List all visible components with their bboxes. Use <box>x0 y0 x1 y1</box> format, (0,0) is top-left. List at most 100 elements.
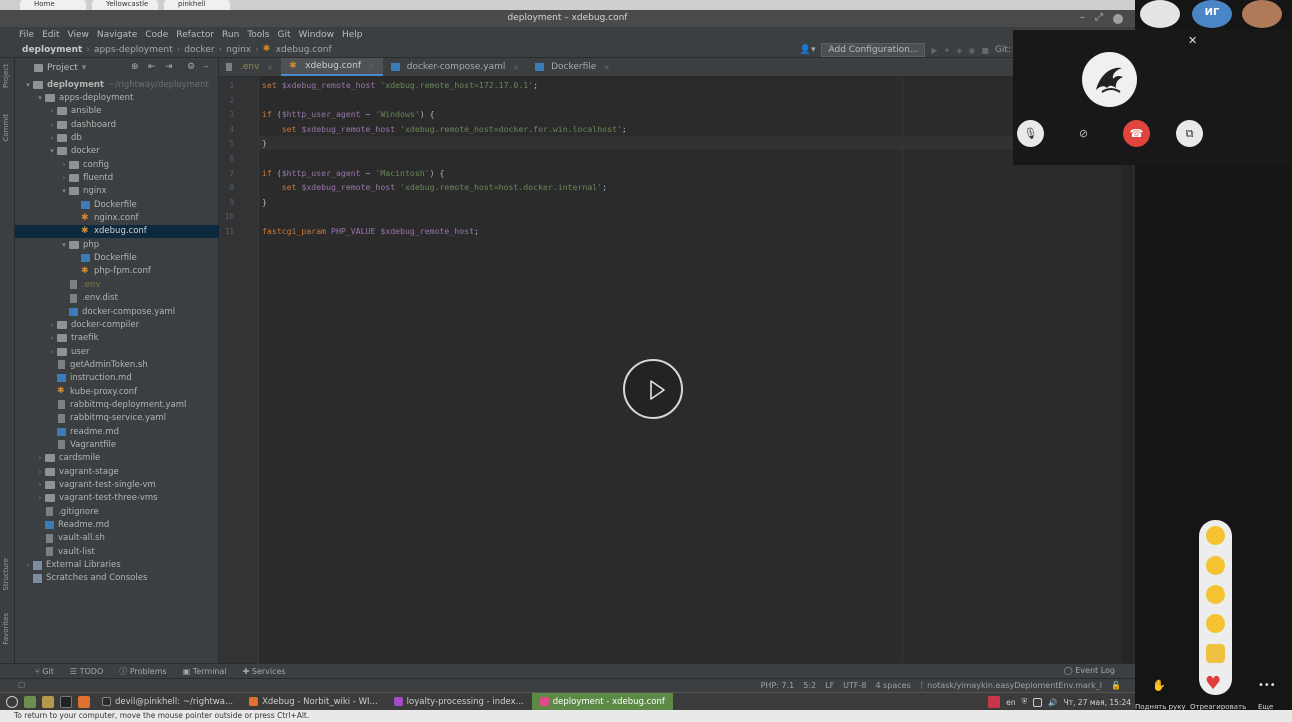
react-label[interactable]: Отреагировать <box>1190 703 1246 711</box>
tree-item[interactable]: .env.dist <box>15 292 219 305</box>
menu-file[interactable]: File <box>19 30 34 40</box>
tree-item[interactable]: ✱ php-fpm.conf <box>15 265 219 278</box>
tree-item[interactable]: › External Libraries <box>15 558 219 571</box>
chevron-down-icon[interactable]: ▾ <box>23 81 33 89</box>
terminal-tool-button[interactable]: ▣ Terminal <box>183 667 227 676</box>
close-icon[interactable]: × <box>368 62 375 71</box>
chevron-down-icon[interactable]: ▾ <box>59 241 69 249</box>
tree-item[interactable]: rabbitmq-service.yaml <box>15 412 219 425</box>
heart-icon[interactable]: ♥ <box>1205 673 1221 694</box>
menu-code[interactable]: Code <box>145 30 168 40</box>
event-log-button[interactable]: ◯ Event Log <box>1064 666 1115 675</box>
tree-item[interactable]: ▾ nginx <box>15 185 219 198</box>
git-tool-button[interactable]: ⑂ Git <box>35 667 54 676</box>
tree-item[interactable]: › db <box>15 131 219 144</box>
target-icon[interactable]: ⊕ <box>131 62 139 72</box>
clock[interactable]: Чт, 27 мая, 15:24 <box>1064 698 1131 707</box>
tree-item[interactable]: ▾ php <box>15 238 219 251</box>
status-panel-icon[interactable]: ▢ <box>18 680 26 689</box>
status-caret-position[interactable]: 5:2 <box>803 681 816 690</box>
more-label[interactable]: Еще <box>1258 703 1273 711</box>
breadcrumb-item[interactable]: nginx <box>226 45 251 55</box>
tab-dockerfile[interactable]: Dockerfile × <box>527 58 618 76</box>
close-icon[interactable]: × <box>603 63 610 72</box>
chevron-down-icon[interactable]: ▾ <box>47 147 57 155</box>
tree-item[interactable]: ✱ xdebug.conf <box>15 224 219 239</box>
volume-icon[interactable]: 🔊 <box>1048 698 1057 707</box>
thumbs-up-icon[interactable] <box>1206 644 1225 663</box>
tree-item[interactable]: ▾ apps-deployment <box>15 91 219 104</box>
screen-share-button[interactable]: ⧉ <box>1176 120 1203 147</box>
tree-item[interactable]: Dockerfile <box>15 251 219 264</box>
close-window-icon[interactable] <box>1113 14 1123 24</box>
coverage-icon[interactable]: ◈ <box>956 46 962 55</box>
tree-item[interactable]: instruction.md <box>15 372 219 385</box>
debug-icon[interactable]: ✦ <box>944 46 951 55</box>
breadcrumb-item[interactable]: xdebug.conf <box>276 45 332 55</box>
tree-item[interactable]: › ansible <box>15 105 219 118</box>
chevron-right-icon[interactable]: › <box>47 134 57 142</box>
breadcrumb-item[interactable]: deployment <box>22 45 82 55</box>
tree-item[interactable]: rabbitmq-deployment.yaml <box>15 398 219 411</box>
tree-item[interactable]: › cardsmile <box>15 452 219 465</box>
close-icon[interactable]: × <box>266 63 273 72</box>
window-icon[interactable] <box>1033 697 1043 707</box>
camera-off-button[interactable]: ⊘ <box>1070 120 1097 147</box>
chevron-right-icon[interactable]: › <box>35 494 45 502</box>
tree-item[interactable]: vault-list <box>15 545 219 558</box>
gear-icon[interactable]: ⚙ <box>187 62 195 72</box>
breadcrumb-item[interactable]: apps-deployment <box>94 45 173 55</box>
tree-item[interactable]: docker-compose.yaml <box>15 305 219 318</box>
start-menu-icon[interactable] <box>6 695 18 708</box>
raise-hand-icon[interactable]: ✋ <box>1152 679 1166 692</box>
todo-tool-button[interactable]: ☰ TODO <box>70 667 103 676</box>
participant-avatar[interactable] <box>1242 0 1282 28</box>
tree-item[interactable]: Dockerfile <box>15 198 219 211</box>
taskbar-item[interactable]: devil@pinkhell: ~/rightwa... <box>94 693 241 711</box>
close-icon[interactable]: × <box>512 63 519 72</box>
chevron-down-icon[interactable]: ▾ <box>59 187 69 195</box>
stop-icon[interactable]: ■ <box>981 46 989 55</box>
structure-tool-tab[interactable]: Structure <box>2 558 10 591</box>
commit-tool-tab[interactable]: Commit <box>2 114 10 142</box>
chevron-right-icon[interactable]: › <box>47 334 57 342</box>
tree-item[interactable]: ▾ docker <box>15 145 219 158</box>
video-play-button[interactable] <box>623 359 683 419</box>
chevron-right-icon[interactable]: › <box>47 321 57 329</box>
restore-icon[interactable]: ⤢ <box>1095 12 1103 24</box>
project-view-selector[interactable]: Project <box>47 63 78 73</box>
chevron-right-icon[interactable]: › <box>47 121 57 129</box>
tree-item[interactable]: › dashboard <box>15 118 219 131</box>
minimize-icon[interactable]: – <box>1080 12 1085 24</box>
browser-tab[interactable]: pinkhell <box>164 0 230 10</box>
smile-emoji-icon[interactable] <box>1206 556 1225 575</box>
hang-up-button[interactable]: ☎ <box>1123 120 1150 147</box>
menu-run[interactable]: Run <box>222 30 239 40</box>
tree-item[interactable]: › traefik <box>15 332 219 345</box>
app-tray-icon[interactable] <box>988 696 1001 708</box>
menu-navigate[interactable]: Navigate <box>97 30 137 40</box>
participant-avatar[interactable] <box>1140 0 1180 28</box>
close-icon[interactable]: ✕ <box>1188 34 1197 47</box>
chevron-right-icon[interactable]: › <box>35 481 45 489</box>
expand-all-icon[interactable]: ⇥ <box>165 62 173 72</box>
chevron-right-icon[interactable]: › <box>47 348 57 356</box>
hide-icon[interactable]: – <box>204 62 209 72</box>
neutral-emoji-icon[interactable] <box>1206 585 1225 604</box>
tree-item[interactable]: vault-all.sh <box>15 532 219 545</box>
keyboard-layout[interactable]: en <box>1006 698 1015 707</box>
tree-item[interactable]: ✱ kube-proxy.conf <box>15 385 219 398</box>
tree-item[interactable]: › vagrant-test-single-vm <box>15 478 219 491</box>
project-tool-tab[interactable]: Project <box>2 64 10 88</box>
tree-item[interactable]: › docker-compiler <box>15 318 219 331</box>
chevron-right-icon[interactable]: › <box>23 561 33 569</box>
taskbar-item[interactable]: Xdebug - Norbit_wiki - WI... <box>241 693 386 711</box>
tab-xdebug-conf[interactable]: ✱ xdebug.conf × <box>281 58 383 76</box>
status-git-branch[interactable]: ᚴ notask/yimaykin.easyDeplomentEnv.mark_… <box>920 681 1102 690</box>
tree-item[interactable]: Scratches and Consoles <box>15 572 219 585</box>
chevron-right-icon[interactable]: › <box>35 468 45 476</box>
tree-item[interactable]: ▾ deployment ~/rightway/deployment <box>15 78 219 91</box>
status-indent[interactable]: 4 spaces <box>876 681 911 690</box>
code-editor[interactable]: set $xdebug_remote_host 'xdebug.remote_h… <box>259 77 1135 663</box>
tree-item[interactable]: .gitignore <box>15 505 219 518</box>
